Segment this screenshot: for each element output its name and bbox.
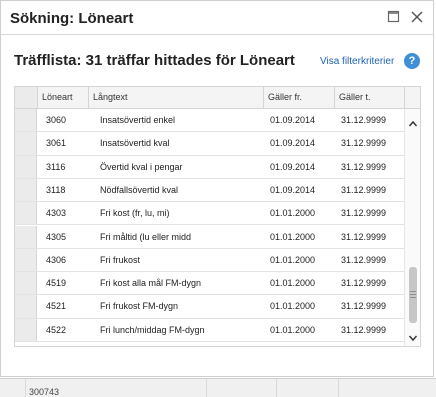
table-row[interactable]: 4305 Fri måltid (lu eller midd 01.01.2000 3…: [15, 225, 404, 249]
column-divider: [25, 379, 26, 397]
column-divider: [276, 379, 277, 397]
table-row[interactable]: 4521 Fri frukost FM-dygn 01.01.2000 31.12.9…: [15, 295, 404, 319]
row-selector[interactable]: [15, 178, 37, 202]
table-body: 3060 Insatsövertid enkel 01.09.2014 31.12.9…: [15, 109, 404, 346]
background-partial-text: 300743: [29, 388, 60, 397]
scroll-header-spacer: [404, 87, 420, 108]
table-header: Löneart Långtext Gäller fr. Gäller t.: [15, 87, 420, 109]
column-header-langtext[interactable]: Långtext: [88, 87, 263, 108]
cell-text: Fri kost alla mål FM-dygn: [100, 278, 202, 289]
table-row[interactable]: 4522 Fri lunch/middag FM-dygn 01.01.2000 31…: [15, 318, 404, 342]
column-header-loneart[interactable]: Löneart: [37, 87, 88, 108]
cell-text: Övertid kval i pengar: [100, 161, 183, 172]
cell-valid-to: 31.12.9999: [341, 208, 387, 219]
cell-valid-from: 01.09.2014: [270, 138, 316, 149]
cell-valid-to: 31.12.9999: [341, 301, 387, 312]
table-row[interactable]: 3060 Insatsövertid enkel 01.09.2014 31.12.9…: [15, 109, 404, 133]
cell-text: Fri frukost FM-dygn: [100, 301, 179, 312]
table-row[interactable]: 3116 Övertid kval i pengar 01.09.2014 31.12…: [15, 155, 404, 179]
cell-valid-to: 31.12.9999: [341, 184, 387, 195]
table-row[interactable]: 4519 Fri kost alla mål FM-dygn 01.01.2000 3…: [15, 272, 404, 296]
cell-code: 4303: [46, 208, 67, 219]
cell-valid-to: 31.12.9999: [341, 254, 387, 265]
scroll-thumb[interactable]: [409, 267, 417, 323]
cell-code: 4522: [46, 324, 67, 335]
cell-code: 4306: [46, 254, 67, 265]
cell-valid-to: 31.12.9999: [341, 161, 387, 172]
results-table: Löneart Långtext Gäller fr. Gäller t. 30…: [14, 86, 421, 347]
close-icon[interactable]: [410, 10, 424, 24]
cell-code: 4305: [46, 231, 67, 242]
vertical-scrollbar[interactable]: [404, 109, 420, 346]
column-divider: [206, 379, 207, 397]
cell-text: Insatsövertid kval: [100, 138, 170, 149]
cell-valid-to: 31.12.9999: [341, 115, 387, 125]
cell-valid-from: 01.01.2000: [270, 278, 316, 289]
cell-text: Nödfallsövertid kval: [100, 184, 179, 195]
cell-code: 3061: [46, 138, 67, 149]
cell-text: Fri lunch/middag FM-dygn: [100, 324, 205, 335]
dialog-title: Sökning: Löneart: [10, 10, 134, 27]
row-selector[interactable]: [15, 295, 37, 318]
cell-valid-to: 31.12.9999: [341, 138, 387, 149]
cell-valid-to: 31.12.9999: [341, 324, 387, 335]
column-header-valid-from[interactable]: Gäller fr.: [263, 87, 334, 108]
cell-code: 4521: [46, 301, 67, 312]
row-selector[interactable]: [15, 272, 37, 295]
maximize-icon[interactable]: [387, 10, 401, 24]
help-icon[interactable]: ?: [404, 53, 420, 69]
table-row[interactable]: 4306 Fri frukost 01.01.2000 31.12.9999: [15, 248, 404, 273]
scroll-down-icon[interactable]: [408, 330, 418, 342]
cell-text: Fri kost (fr, lu, mi): [100, 208, 170, 219]
results-heading: Träfflista: 31 träffar hittades för Löne…: [14, 52, 295, 69]
dialog-titlebar: Sökning: Löneart: [1, 1, 433, 35]
cell-code: 3060: [46, 115, 67, 125]
cell-valid-from: 01.01.2000: [270, 254, 316, 265]
column-header-valid-to[interactable]: Gäller t.: [334, 87, 404, 108]
row-selector-header[interactable]: [15, 87, 37, 108]
row-selector[interactable]: [15, 132, 37, 155]
table-row[interactable]: 4303 Fri kost (fr, lu, mi) 01.01.2000 31.12…: [15, 202, 404, 226]
cell-code: 4519: [46, 278, 67, 289]
row-selector[interactable]: [15, 248, 37, 272]
row-selector[interactable]: [15, 225, 37, 248]
cell-valid-from: 01.09.2014: [270, 115, 316, 125]
cell-valid-to: 31.12.9999: [341, 278, 387, 289]
column-divider: [338, 379, 339, 397]
cell-valid-from: 01.01.2000: [270, 324, 316, 335]
cell-text: Fri måltid (lu eller midd: [100, 231, 192, 242]
cell-valid-from: 01.09.2014: [270, 184, 316, 195]
cell-text: Insatsövertid enkel: [100, 115, 176, 125]
cell-valid-from: 01.01.2000: [270, 231, 316, 242]
cell-valid-from: 01.01.2000: [270, 208, 316, 219]
table-row[interactable]: 3061 Insatsövertid kval 01.09.2014 31.12.99…: [15, 132, 404, 156]
row-selector[interactable]: [15, 202, 37, 225]
row-selector[interactable]: [15, 109, 37, 132]
results-header: Träfflista: 31 träffar hittades för Löne…: [14, 52, 420, 74]
background-table-strip: 300743: [0, 378, 436, 397]
table-row[interactable]: 3118 Nödfallsövertid kval 01.09.2014 31.12.…: [15, 178, 404, 203]
row-selector[interactable]: [15, 318, 37, 341]
cell-code: 3116: [46, 161, 66, 172]
cell-text: Fri frukost: [100, 254, 141, 265]
cell-valid-from: 01.09.2014: [270, 161, 316, 172]
cell-valid-from: 01.01.2000: [270, 301, 316, 312]
row-selector[interactable]: [15, 155, 37, 178]
show-filter-criteria-link[interactable]: Visa filterkriterier: [320, 56, 394, 67]
scroll-up-icon[interactable]: [408, 116, 418, 127]
cell-code: 3118: [46, 184, 66, 195]
cell-valid-to: 31.12.9999: [341, 231, 387, 242]
search-dialog: Sökning: Löneart Träfflista: 31 träffar …: [0, 0, 434, 377]
